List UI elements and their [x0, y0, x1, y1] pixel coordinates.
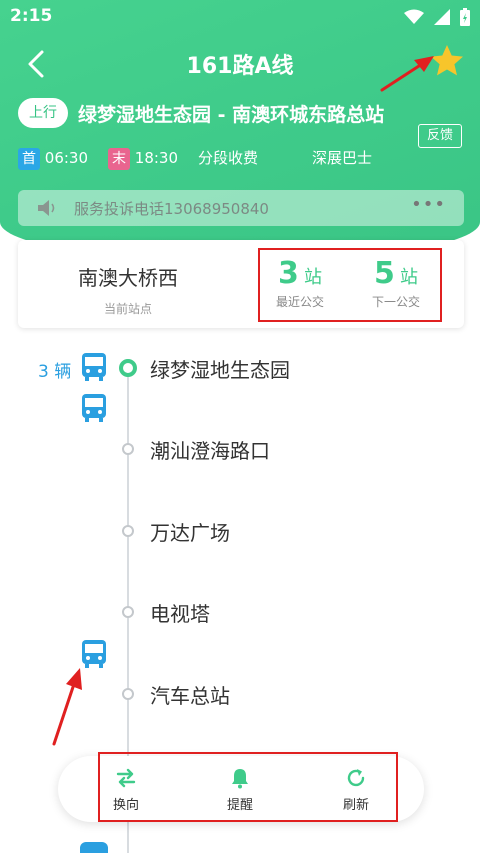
bus-icon[interactable]	[81, 639, 107, 669]
stop-item[interactable]: 电视塔	[0, 592, 480, 632]
stop-name: 绿梦湿地生态园	[150, 358, 290, 382]
nearest-bus: 3 站 最近公交	[260, 256, 340, 310]
last-bus: 末 18:30	[108, 146, 178, 170]
stop-dot	[122, 525, 134, 537]
stop-dot	[122, 688, 134, 700]
schedule-info: 首 06:30 末 18:30 分段收费 深展巴士	[18, 146, 458, 170]
notice-bar[interactable]: 服务投诉电话13068950840 •••	[18, 190, 464, 226]
remind-button[interactable]: 提醒	[210, 762, 270, 818]
swap-icon	[116, 768, 136, 788]
status-time: 2:15	[10, 6, 53, 26]
next-bus: 5 站 下一公交	[356, 256, 436, 310]
first-time: 06:30	[44, 149, 89, 167]
wifi-icon	[404, 9, 424, 24]
bus-icon[interactable]	[81, 393, 107, 423]
refresh-button[interactable]: 刷新	[326, 762, 386, 818]
direction-route: 绿梦湿地生态园 - 南澳环城东路总站	[78, 104, 385, 126]
current-station-name: 南澳大桥西	[78, 266, 178, 290]
next-bus-label: 下一公交	[371, 295, 420, 309]
nearest-bus-unit: 站	[303, 267, 322, 288]
status-icons	[404, 8, 470, 26]
fare-type: 分段收费	[198, 149, 259, 167]
arrival-highlight: 3 站 最近公交 5 站 下一公交	[258, 248, 442, 322]
battery-icon	[460, 8, 470, 26]
current-station-card: 南澳大桥西 当前站点 3 站 最近公交 5 站 下一公交	[18, 240, 464, 328]
operator: 深展巴士	[312, 149, 373, 167]
bell-icon	[232, 769, 248, 789]
notice-text: 服务投诉电话13068950840	[74, 200, 269, 218]
direction-badge: 上行	[18, 98, 68, 128]
stop-name: 汽车总站	[150, 684, 230, 708]
status-bar: 2:15	[0, 0, 480, 34]
first-bus: 首 06:30	[18, 146, 88, 170]
feedback-button[interactable]: 反馈	[418, 124, 462, 148]
next-bus-unit: 站	[399, 267, 418, 288]
switch-direction-button[interactable]: 换向	[96, 762, 156, 818]
bus-route-page: 2:15 161路A线 上行 绿梦湿地生态园 - 南澳环城东路总站 反馈 首 0…	[0, 0, 480, 853]
current-station-label: 当前站点	[103, 302, 152, 316]
speaker-icon	[38, 200, 55, 216]
nearest-bus-label: 最近公交	[275, 295, 324, 309]
stop-name: 潮汕澄海路口	[150, 439, 270, 463]
stop-dot	[122, 443, 134, 455]
stop-item[interactable]: 万达广场	[0, 511, 480, 551]
more-icon[interactable]: •••	[411, 194, 446, 215]
bus-icon-partial	[80, 842, 108, 853]
refresh-icon	[347, 769, 365, 787]
stop-name: 电视塔	[150, 602, 210, 626]
last-time: 18:30	[134, 149, 179, 167]
stop-dot	[122, 606, 134, 618]
last-tag: 末	[108, 147, 130, 170]
direction-row: 上行 绿梦湿地生态园 - 南澳环城东路总站 反馈	[18, 96, 480, 148]
nearest-bus-value: 3	[278, 256, 299, 291]
first-tag: 首	[18, 147, 40, 170]
switch-direction-label: 换向	[112, 798, 139, 813]
refresh-label: 刷新	[342, 798, 369, 813]
remind-label: 提醒	[226, 798, 253, 813]
signal-icon	[434, 9, 450, 25]
annotation-arrow-star	[380, 56, 434, 92]
current-stop-dot	[119, 359, 137, 377]
stop-name: 万达广场	[150, 521, 230, 545]
stop-item[interactable]: 汽车总站	[0, 674, 480, 714]
next-bus-value: 5	[374, 256, 395, 291]
stop-item[interactable]: 潮汕澄海路口	[0, 429, 480, 469]
stop-item[interactable]: 绿梦湿地生态园	[0, 348, 480, 388]
